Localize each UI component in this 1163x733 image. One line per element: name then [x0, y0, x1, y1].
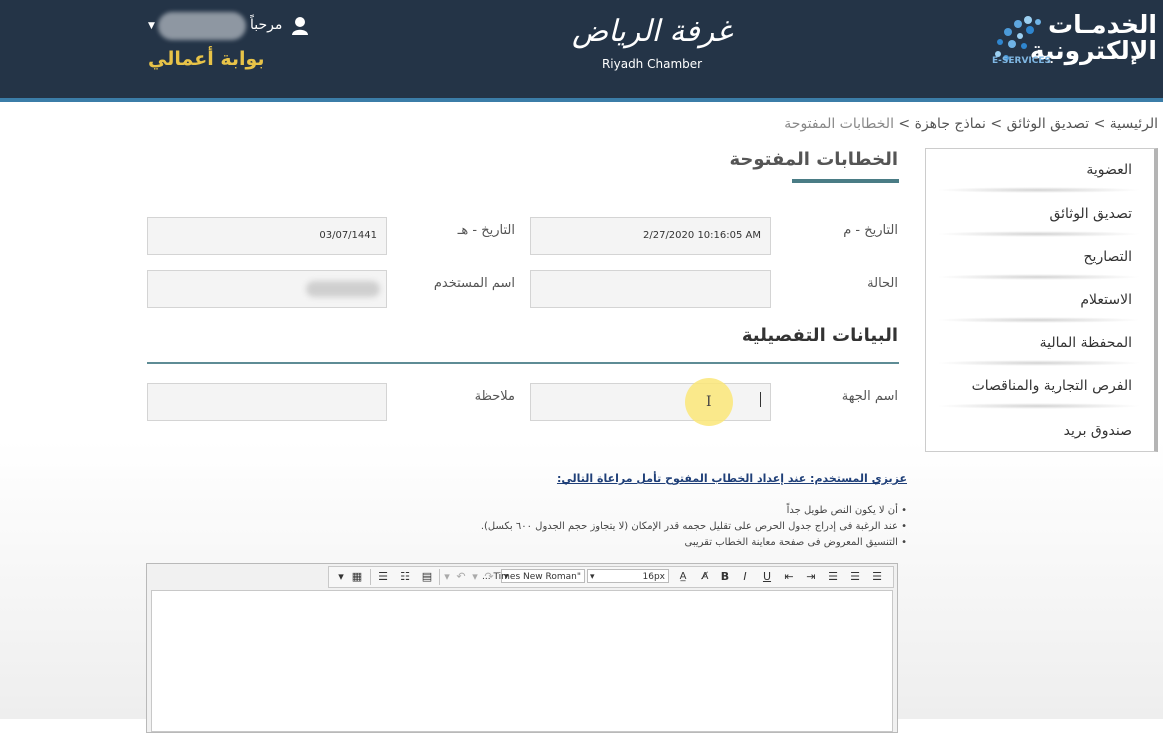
align-left-icon[interactable]: ☰ [825, 569, 841, 585]
editor-toolbar: ▾ ▦ ☰ ☷ ▤ ▾ ↶ ▾ ↷ ▾ "Times New Roman ...… [328, 566, 894, 588]
sidebar-item-wallet[interactable]: المحفظة المالية [1040, 335, 1132, 351]
breadcrumb-separator: > [1089, 116, 1110, 132]
header-accent-line [0, 98, 1163, 102]
eservices-logo[interactable]: الخدمـات الإلكترونية E-SERVICES [984, 8, 1159, 70]
undo-icon[interactable]: ↶ [454, 569, 468, 585]
date-gregorian-field[interactable]: 2/27/2020 10:16:05 AM [530, 217, 771, 255]
note-input[interactable] [147, 383, 387, 421]
entity-name-label: اسم الجهة [841, 389, 898, 404]
sidebar-divider [936, 317, 1141, 323]
undo-dropdown-icon[interactable]: ▾ [442, 569, 452, 585]
status-label: الحالة [867, 276, 898, 291]
date-hijri-field[interactable]: 03/07/1441 [147, 217, 387, 255]
sidebar-divider [936, 274, 1141, 280]
status-field[interactable] [530, 270, 771, 308]
numbered-list-icon[interactable]: ☷ [397, 569, 413, 585]
breadcrumb-separator: > [985, 116, 1007, 132]
user-icon [292, 17, 308, 35]
indent-icon[interactable]: ⇥ [803, 569, 819, 585]
chamber-arabic-name: غرفة الرياض [572, 14, 732, 49]
font-size-dropdown-icon: ▾ [590, 572, 595, 582]
sidebar-item-membership[interactable]: العضوية [1086, 162, 1132, 178]
guidelines-list: • أن لا يكون النص طويل جداً • عند الرغبة… [481, 505, 907, 553]
guideline-item: • التنسيق المعروض فى صفحة معاينة الخطاب … [684, 537, 907, 548]
sidebar-item-mailbox[interactable]: صندوق بريد [1064, 423, 1132, 439]
section-divider [147, 362, 899, 364]
align-right-icon[interactable]: ☰ [869, 569, 885, 585]
toolbar-separator [370, 569, 371, 585]
date-gregorian-label: التاريخ - م [843, 223, 898, 238]
sidebar-divider [936, 187, 1141, 193]
paste-icon[interactable]: ▤ [419, 569, 435, 585]
date-hijri-label: التاريخ - هـ [457, 223, 515, 238]
breadcrumb-separator: > [893, 116, 915, 132]
outdent-icon[interactable]: ⇤ [781, 569, 797, 585]
top-header: الخدمـات الإلكترونية E-SERVICES غرفة الر… [0, 0, 1163, 100]
underline-button[interactable]: U [760, 569, 774, 585]
sidebar-item-document-attestation[interactable]: تصديق الوثائق [1049, 206, 1132, 222]
font-name-select[interactable]: ▾ "Times New Roman ... [482, 569, 585, 583]
sidebar-item-permits[interactable]: التصاريح [1084, 249, 1132, 265]
font-name-value: "Times New Roman ... [481, 572, 581, 582]
italic-button[interactable]: I [738, 569, 752, 585]
date-hijri-value: 03/07/1441 [319, 230, 377, 241]
riyadh-chamber-logo[interactable]: غرفة الرياض Riyadh Chamber [562, 8, 742, 78]
sidebar-divider [936, 360, 1141, 366]
username-value-blurred [306, 281, 380, 297]
username-field[interactable] [147, 270, 387, 308]
chamber-english-name: Riyadh Chamber [601, 57, 703, 71]
note-label: ملاحظة [474, 389, 515, 404]
breadcrumb-home[interactable]: الرئيسية [1110, 116, 1158, 132]
details-section-title: البيانات التفصيلية [741, 325, 898, 346]
sidebar-divider [936, 403, 1141, 409]
guidelines-title: عزيزي المستخدم: عند إعداد الخطاب المفتوح… [556, 472, 907, 485]
bullet-list-icon[interactable]: ☰ [375, 569, 391, 585]
font-color-icon[interactable]: A̲ [675, 569, 691, 585]
welcome-text: مرحباً [250, 17, 283, 33]
toolbar-separator [439, 569, 440, 585]
guideline-item: • أن لا يكون النص طويل جداً [786, 505, 907, 516]
title-underline [792, 179, 899, 183]
sidebar-item-business-opportunities[interactable]: الفرص التجارية والمناقصات [972, 378, 1132, 394]
font-size-value: 16px [642, 572, 666, 582]
table-dropdown-icon[interactable]: ▾ [335, 569, 347, 585]
page-title: الخطابات المفتوحة [729, 149, 898, 170]
user-name-blurred [158, 12, 246, 40]
breadcrumb-current: الخطابات المفتوحة [784, 116, 894, 132]
highlight-color-icon[interactable]: A̸ [697, 569, 713, 585]
text-cursor-icon: I [706, 394, 712, 410]
breadcrumb-docs[interactable]: تصديق الوثائق [1007, 116, 1090, 132]
user-menu[interactable]: مرحباً ▼ [148, 12, 318, 42]
align-center-icon[interactable]: ☰ [847, 569, 863, 585]
sidebar-menu: العضوية تصديق الوثائق التصاريح الاستعلام… [925, 148, 1158, 452]
breadcrumb: الرئيسية > تصديق الوثائق > نماذج جاهزة >… [784, 116, 1158, 132]
insert-table-icon[interactable]: ▦ [349, 569, 365, 585]
entity-name-input[interactable] [530, 383, 771, 421]
eservices-subtitle: E-SERVICES [992, 56, 1051, 66]
rich-text-editor: ▾ ▦ ☰ ☷ ▤ ▾ ↶ ▾ ↷ ▾ "Times New Roman ...… [146, 563, 898, 733]
date-gregorian-value: 2/27/2020 10:16:05 AM [642, 230, 761, 241]
font-size-select[interactable]: ▾ 16px [587, 569, 669, 583]
text-caret [760, 392, 761, 407]
sidebar-item-inquiry[interactable]: الاستعلام [1080, 292, 1132, 308]
breadcrumb-templates[interactable]: نماذج جاهزة [915, 116, 986, 132]
editor-content-area[interactable] [151, 590, 893, 732]
bold-button[interactable]: B [718, 569, 732, 585]
eservices-title-1: الخدمـات [1048, 10, 1157, 39]
redo-dropdown-icon[interactable]: ▾ [470, 569, 480, 585]
guideline-item: • عند الرغبة فى إدراج جدول الحرص على تقل… [480, 521, 907, 532]
username-label: اسم المستخدم [433, 276, 515, 291]
sidebar-divider [936, 231, 1141, 237]
caret-down-icon[interactable]: ▼ [148, 21, 155, 31]
my-business-portal-link[interactable]: بوابة أعمالي [148, 48, 265, 70]
